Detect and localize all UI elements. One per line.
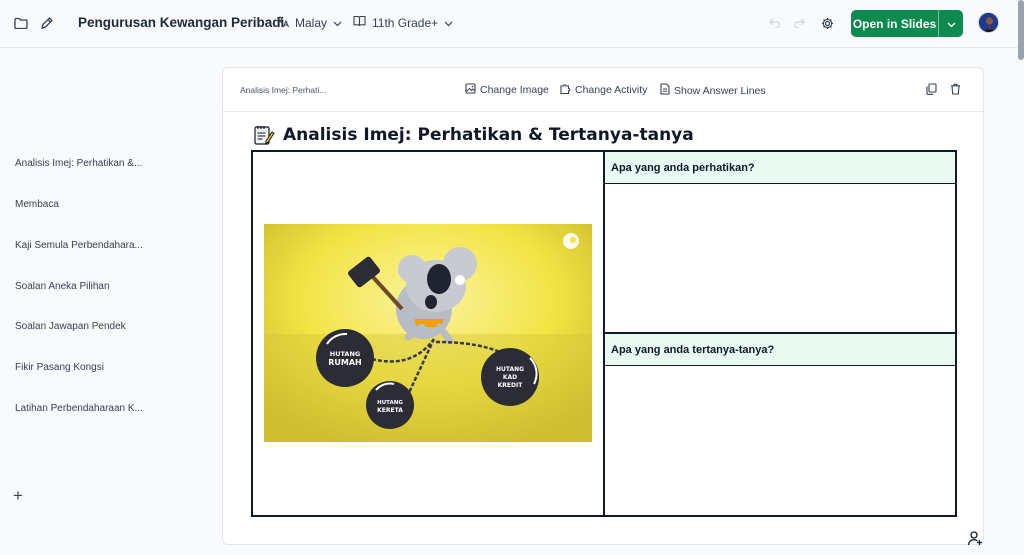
chevron-down-icon: [444, 16, 453, 30]
activity-card: Analisis Imej: Perhati... Change Image C…: [222, 67, 984, 545]
ball-kereta-line2: KERETA: [377, 407, 403, 414]
breadcrumb: Analisis Imej: Perhati...: [240, 85, 327, 95]
answer-area-notice[interactable]: [605, 184, 955, 334]
puzzle-icon: [560, 83, 571, 97]
language-label: Malay: [295, 16, 328, 30]
open-in-slides-button[interactable]: Open in Slides: [851, 10, 963, 37]
notepad-icon: [254, 126, 275, 145]
language-dropdown[interactable]: Malay: [276, 15, 342, 31]
sidebar-item-latihan-perbendaharaan[interactable]: Latihan Perbendaharaan K...: [15, 403, 143, 414]
change-image-label: Change Image: [480, 84, 549, 96]
answer-area-wonder[interactable]: [605, 366, 955, 515]
question-notice-header: Apa yang anda perhatikan?: [605, 152, 955, 184]
questions-column: Apa yang anda perhatikan? Apa yang anda …: [605, 152, 955, 515]
sidebar-item-membaca[interactable]: Membaca: [15, 199, 59, 210]
debt-illustration[interactable]: HUTANG RUMAH HUTANG KERETA HUTANG KAD KR…: [264, 224, 592, 442]
sidebar-item-fikir-pasang-kongsi[interactable]: Fikir Pasang Kongsi: [15, 362, 104, 373]
open-in-slides-label[interactable]: Open in Slides: [851, 10, 939, 37]
book-icon: [353, 15, 366, 30]
show-answer-lines-button[interactable]: Show Answer Lines: [660, 83, 766, 98]
ball-rumah-line1: HUTANG: [330, 350, 360, 358]
question-wonder-header: Apa yang anda tertanya-tanya?: [605, 334, 955, 366]
activity-title-text: Analisis Imej: Perhatikan & Tertanya-tan…: [283, 125, 694, 145]
sidebar: Analisis Imej: Perhatikan &... Membaca K…: [0, 48, 215, 555]
add-user-icon[interactable]: [967, 530, 985, 548]
add-section-button[interactable]: +: [13, 487, 23, 504]
notice-wonder-table: HUTANG RUMAH HUTANG KERETA HUTANG KAD KR…: [251, 150, 957, 517]
change-activity-button[interactable]: Change Activity: [560, 83, 647, 97]
trash-icon[interactable]: [948, 82, 962, 96]
document-title[interactable]: Pengurusan Kewangan Peribadi: [78, 15, 284, 30]
redo-icon[interactable]: [790, 14, 808, 32]
undo-icon[interactable]: [766, 14, 784, 32]
top-bar: Pengurusan Kewangan Peribadi Malay 11th …: [0, 0, 1024, 48]
slides-options-button[interactable]: [939, 10, 963, 37]
sidebar-item-kaji-semula[interactable]: Kaji Semula Perbendahara...: [15, 240, 143, 251]
folder-icon[interactable]: [12, 14, 30, 32]
sidebar-item-aneka-pilihan[interactable]: Soalan Aneka Pilihan: [15, 281, 110, 292]
image-icon: [465, 83, 476, 97]
edit-icon[interactable]: [38, 14, 56, 32]
activity-title: Analisis Imej: Perhatikan & Tertanya-tan…: [253, 124, 694, 146]
show-answer-lines-label: Show Answer Lines: [674, 84, 766, 97]
chevron-down-icon: [333, 16, 342, 30]
grade-dropdown[interactable]: 11th Grade+: [353, 15, 453, 30]
document-icon: [660, 83, 670, 98]
sidebar-item-analisis-imej[interactable]: Analisis Imej: Perhatikan &...: [15, 158, 142, 169]
image-cell: HUTANG RUMAH HUTANG KERETA HUTANG KAD KR…: [253, 152, 605, 515]
ball-kereta-line1: HUTANG: [377, 400, 403, 406]
avatar[interactable]: [978, 12, 999, 33]
ball-kad-line3: KREDIT: [498, 382, 524, 389]
chevron-down-icon: [947, 15, 956, 33]
change-activity-label: Change Activity: [575, 84, 648, 96]
ball-kad-line1: HUTANG: [496, 366, 524, 373]
change-image-button[interactable]: Change Image: [465, 83, 549, 97]
copy-icon[interactable]: [924, 82, 938, 96]
gear-icon[interactable]: [818, 14, 836, 32]
page-scrollbar[interactable]: [1018, 0, 1024, 60]
sidebar-item-jawapan-pendek[interactable]: Soalan Jawapan Pendek: [15, 321, 126, 332]
ball-kad-line2: KAD: [503, 374, 517, 381]
grade-label: 11th Grade+: [372, 15, 439, 30]
translate-icon: [276, 15, 290, 31]
ball-rumah-line2: RUMAH: [328, 358, 362, 367]
card-toolbar: Analisis Imej: Perhati... Change Image C…: [223, 68, 983, 112]
